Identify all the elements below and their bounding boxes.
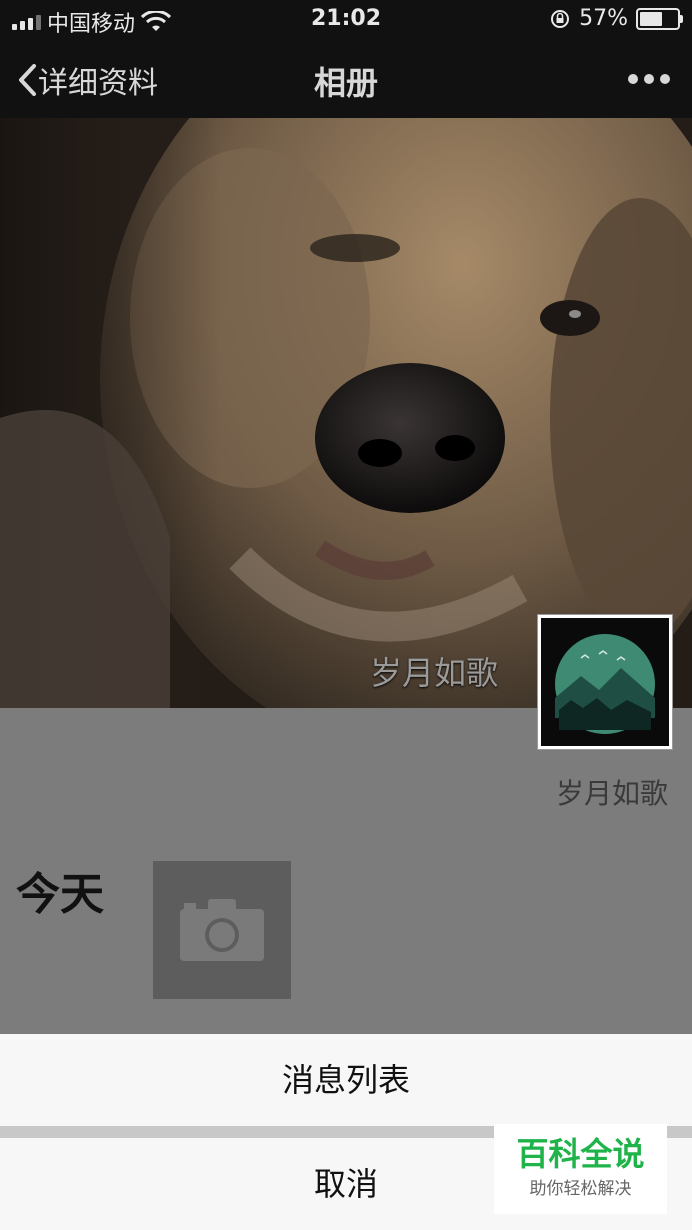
more-dot-icon xyxy=(628,74,638,84)
battery-percent: 57% xyxy=(579,6,628,31)
status-right: 57% xyxy=(549,6,683,31)
watermark-subtitle: 助你轻松解决 xyxy=(529,1179,632,1199)
album-art-image xyxy=(541,618,669,746)
profile-name: 岁月如歌 xyxy=(555,777,668,810)
rotation-lock-icon xyxy=(551,9,570,28)
page-title: 相册 xyxy=(313,64,378,102)
avatar[interactable] xyxy=(537,614,673,750)
nav-bar: 详细资料 相册 xyxy=(0,40,692,118)
message-list-button[interactable]: 消息列表 xyxy=(0,1034,692,1126)
more-dot-icon xyxy=(644,74,654,84)
date-label: 今天 xyxy=(16,869,104,920)
status-bar: 中国移动 21:02 57% xyxy=(0,0,692,40)
camera-icon xyxy=(180,899,264,961)
watermark-logo: 百科全说 助你轻松解决 xyxy=(494,1124,667,1214)
more-button[interactable] xyxy=(628,74,670,84)
battery-icon xyxy=(636,7,683,30)
cover-caption: 岁月如歌 xyxy=(370,654,499,692)
more-dot-icon xyxy=(660,74,670,84)
watermark-title: 百科全说 xyxy=(516,1135,645,1173)
post-photo-button[interactable] xyxy=(153,861,291,999)
